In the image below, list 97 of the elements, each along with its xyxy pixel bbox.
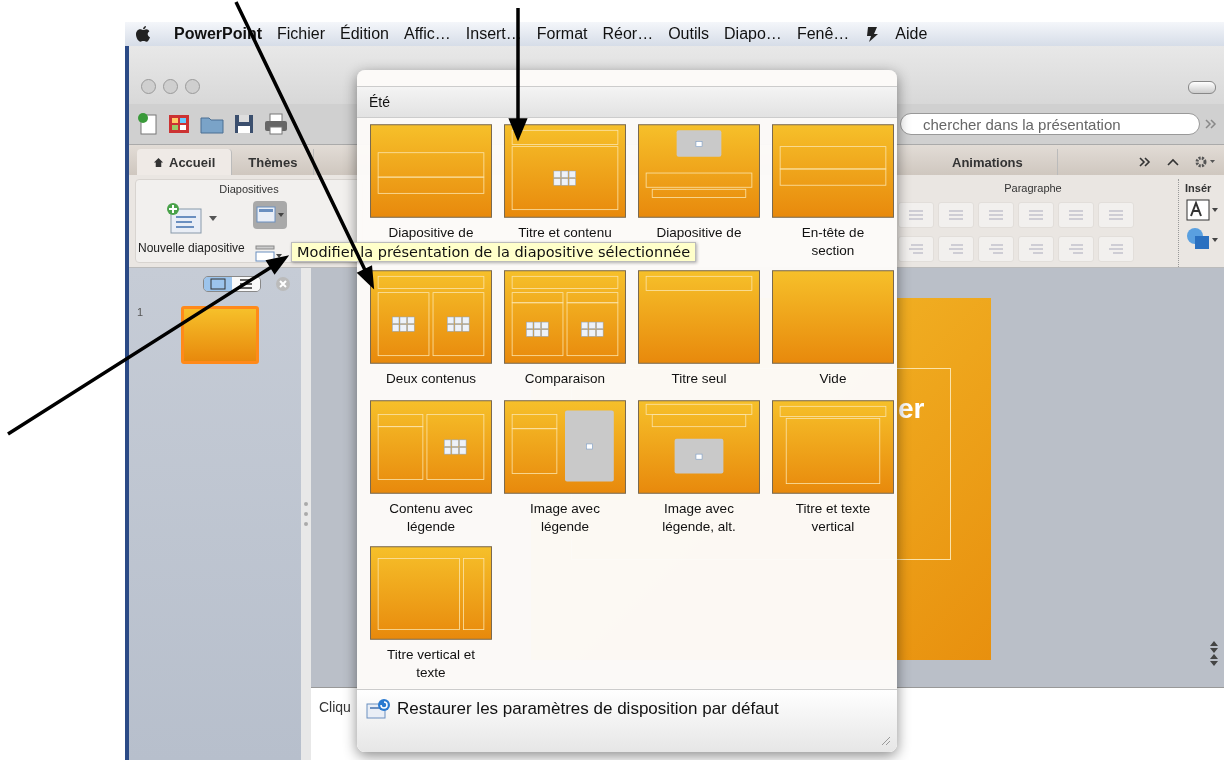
caret-icon[interactable] <box>209 216 218 222</box>
lines-icon <box>1027 209 1045 221</box>
ribbon-tab[interactable]: Accueil <box>137 149 233 175</box>
menu-item[interactable]: Fichier <box>277 25 326 43</box>
paragraph-format-button[interactable] <box>898 236 934 262</box>
paragraph-format-button[interactable] <box>978 236 1014 262</box>
layout-thumbnail[interactable] <box>638 124 760 218</box>
layout-label[interactable]: Diapositive de <box>656 224 742 242</box>
group-title: Insér <box>1185 181 1212 194</box>
lines-icon <box>1107 243 1125 255</box>
layout-thumbnail[interactable] <box>772 400 894 494</box>
resize-grip-icon[interactable] <box>879 734 891 746</box>
layout-thumbnail[interactable] <box>370 546 492 640</box>
layout-thumbnail[interactable] <box>772 124 894 218</box>
menu-item[interactable]: Format <box>536 25 588 43</box>
slide-title: er <box>898 393 925 425</box>
slide-view-icon <box>210 278 226 290</box>
lines-icon <box>947 209 965 221</box>
theme-title: Été <box>369 94 390 110</box>
layout-thumbnail[interactable] <box>638 270 760 364</box>
layout-label[interactable]: Titre et contenu <box>518 224 612 242</box>
menu-item[interactable]: Affic… <box>403 25 451 43</box>
slide-thumbnail[interactable] <box>181 306 260 364</box>
apple-icon[interactable] <box>135 25 151 43</box>
lines-icon <box>987 209 1005 221</box>
layout-button[interactable] <box>252 201 287 229</box>
layout-thumbnail[interactable] <box>370 270 492 364</box>
layout-label[interactable]: Diapositive de <box>388 224 474 242</box>
paragraph-format-button[interactable] <box>1018 202 1054 228</box>
layout-thumbnail[interactable] <box>370 400 492 494</box>
layout-thumbnail[interactable] <box>638 400 760 494</box>
paragraph-format-button[interactable] <box>1098 202 1134 228</box>
paragraph-format-button[interactable] <box>898 202 934 228</box>
settings-icon[interactable] <box>1194 155 1216 169</box>
layout-thumbnail[interactable] <box>772 270 894 364</box>
layout-label[interactable]: Vide <box>819 370 847 388</box>
close-icon[interactable] <box>275 276 291 292</box>
menu-item[interactable]: Diapo… <box>724 25 782 43</box>
lines-icon <box>987 243 1005 255</box>
gallery-icon[interactable] <box>167 112 191 136</box>
outline-view-icon <box>238 278 254 290</box>
lines-icon <box>1027 243 1045 255</box>
layout-label[interactable]: Deux contenus <box>385 370 477 388</box>
new-slide-label[interactable]: Nouvelle diapositive <box>138 241 245 255</box>
paragraph-format-button[interactable] <box>1098 236 1134 262</box>
layout-label[interactable]: Titre vertical et texte <box>387 646 475 682</box>
splitter-handle[interactable] <box>303 499 309 529</box>
menu-item[interactable]: Fenê… <box>796 25 850 43</box>
shapes-icon[interactable] <box>1185 226 1219 252</box>
zoom-button[interactable] <box>185 79 200 94</box>
notes-placeholder: Cliqu <box>319 699 351 715</box>
layout-label[interactable]: Image avec légende, alt. <box>662 500 736 536</box>
toolbar-toggle-button[interactable] <box>1188 81 1216 94</box>
lines-icon <box>907 243 925 255</box>
layout-label[interactable]: En-tête de section <box>801 224 865 260</box>
menu-item[interactable]: Réor… <box>602 25 654 43</box>
lines-icon <box>907 209 925 221</box>
menu-item[interactable]: Édition <box>340 25 389 43</box>
paragraph-format-button[interactable] <box>938 236 974 262</box>
menu-item[interactable]: Aide <box>895 25 928 43</box>
layout-label[interactable]: Titre seul <box>671 370 727 388</box>
slide-number: 1 <box>137 306 144 320</box>
paragraph-format-button[interactable] <box>978 202 1014 228</box>
lines-icon <box>1067 209 1085 221</box>
layout-label[interactable]: Image avec légende <box>530 500 600 536</box>
close-button[interactable] <box>141 79 156 94</box>
paragraph-format-button[interactable] <box>938 202 974 228</box>
collapse-ribbon-icon[interactable] <box>1166 156 1180 168</box>
save-icon[interactable] <box>233 112 255 136</box>
new-document-icon[interactable] <box>137 112 159 136</box>
layout-label[interactable]: Contenu avec légende <box>389 500 473 536</box>
menu-item[interactable]: Outils <box>668 25 710 43</box>
group-title: Paragraphe <box>1003 181 1063 194</box>
layout-thumbnail[interactable] <box>504 124 626 218</box>
lines-icon <box>947 243 965 255</box>
layout-thumbnail[interactable] <box>504 400 626 494</box>
layout-label[interactable]: Comparaison <box>524 370 606 388</box>
print-icon[interactable] <box>263 112 289 136</box>
search-field[interactable]: chercher dans la présentation <box>900 113 1200 135</box>
reset-layout-icon <box>365 698 391 720</box>
more-tabs-icon[interactable] <box>1138 156 1152 168</box>
paragraph-format-button[interactable] <box>1058 202 1094 228</box>
group-title: Diapositives <box>218 182 280 195</box>
lines-icon <box>1067 243 1085 255</box>
paragraph-format-button[interactable] <box>1018 236 1054 262</box>
scroll-arrows-icon[interactable] <box>1209 639 1219 667</box>
layout-icon <box>254 204 285 226</box>
home-icon <box>153 156 164 168</box>
overflow-chevron-icon[interactable] <box>1204 117 1218 131</box>
lines-icon <box>1107 209 1125 221</box>
layout-label[interactable]: Titre et texte vertical <box>795 500 871 536</box>
layout-thumbnail[interactable] <box>504 270 626 364</box>
paragraph-format-button[interactable] <box>1058 236 1094 262</box>
text-box-icon[interactable] <box>1185 198 1219 222</box>
minimize-button[interactable] <box>163 79 178 94</box>
tooltip: Modifier la présentation de la diapositive sélectionnée <box>291 242 697 262</box>
layout-thumbnail[interactable] <box>370 124 492 218</box>
